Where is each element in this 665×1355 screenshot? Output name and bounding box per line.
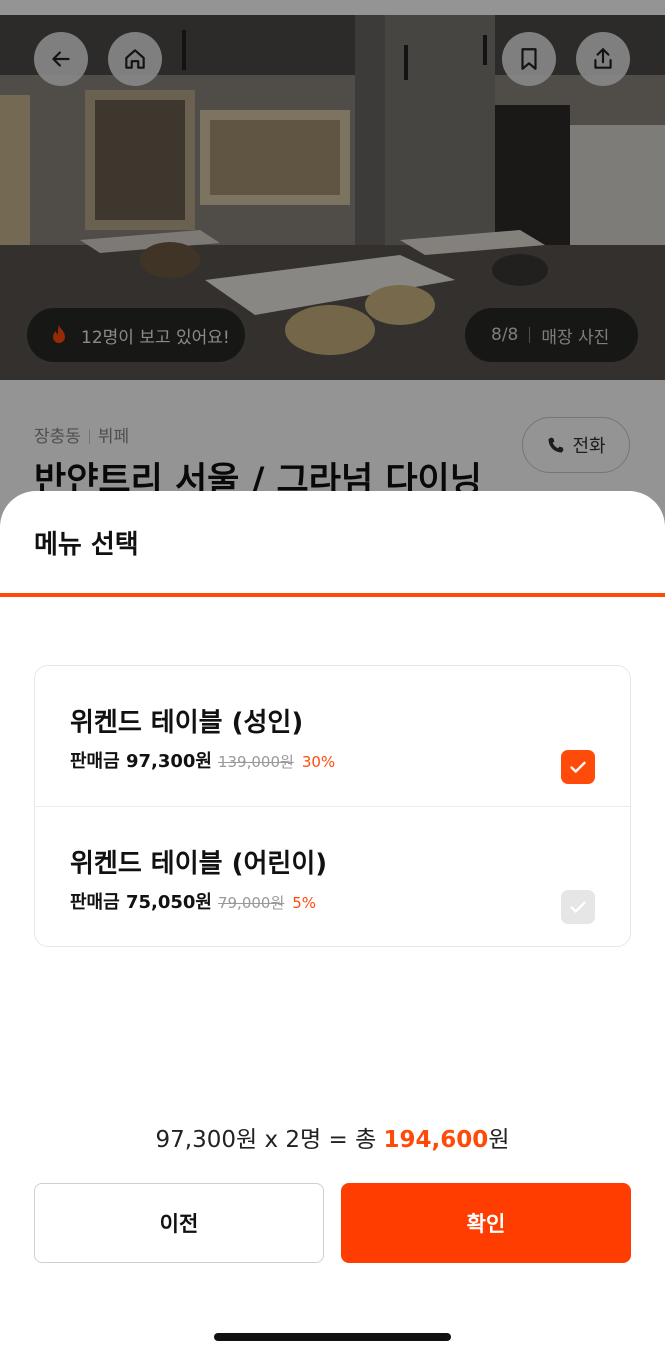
menu-name: 위켄드 테이블 (성인) [70,708,304,738]
total-prefix: 97,300원 x 2명 = 총 [155,1127,384,1153]
total-amount: 194,600 [383,1127,489,1153]
home-indicator [214,1333,451,1341]
sheet-divider [0,593,665,597]
sheet-title: 메뉴 선택 [34,530,139,560]
menu-select-sheet: 메뉴 선택 위켄드 테이블 (성인) 판매금 97,300원 139,000원 30… [0,491,665,1355]
discount-rate: 30% [301,753,336,771]
discount-rate: 5% [292,894,317,912]
check-icon [570,901,586,913]
original-price: 139,000원 [217,753,294,771]
check-icon [570,761,586,773]
menu-checkbox[interactable] [561,750,595,784]
sale-price: 판매금 97,300원 [70,751,212,772]
total-summary: 97,300원 x 2명 = 총 194,600원 [0,1120,665,1154]
menu-name: 위켄드 테이블 (어린이) [70,849,328,879]
confirm-button[interactable]: 확인 [341,1183,631,1263]
original-price: 79,000원 [217,894,285,912]
prev-button[interactable]: 이전 [34,1183,324,1263]
menu-item-child[interactable]: 위켄드 테이블 (어린이) 판매금 75,050원 79,000원 5% [35,806,630,946]
sale-price: 판매금 75,050원 [70,892,212,913]
total-suffix: 원 [488,1127,510,1153]
price-line: 판매금 75,050원 79,000원 5% [70,888,316,914]
menu-list: 위켄드 테이블 (성인) 판매금 97,300원 139,000원 30% 위켄드 … [34,665,631,947]
menu-checkbox[interactable] [561,890,595,924]
price-line: 판매금 97,300원 139,000원 30% [70,747,335,773]
menu-item-adult[interactable]: 위켄드 테이블 (성인) 판매금 97,300원 139,000원 30% [35,666,630,806]
